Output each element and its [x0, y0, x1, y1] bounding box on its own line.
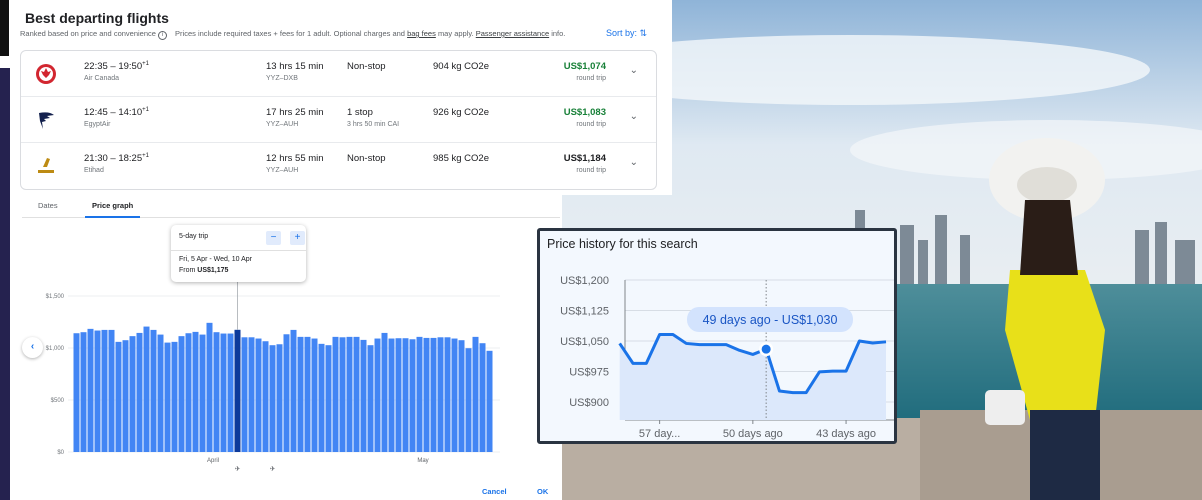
- y-tick-label: $500: [51, 398, 65, 404]
- price-bar: [465, 348, 472, 452]
- price-bar: [297, 336, 304, 452]
- ok-button[interactable]: OK: [537, 487, 548, 496]
- price-bar: [185, 333, 192, 452]
- price-bar: [115, 341, 122, 452]
- price-bar: [416, 336, 423, 452]
- y-tick-label: US$1,050: [560, 336, 609, 348]
- price-bar: [444, 337, 451, 452]
- y-tick-label: US$1,125: [560, 306, 609, 318]
- price-bar: [423, 337, 430, 452]
- price-bar: [122, 340, 129, 452]
- decrease-trip-button[interactable]: −: [266, 231, 281, 245]
- price-bar: [192, 331, 199, 452]
- sort-button[interactable]: Sort by: ⇅: [606, 28, 647, 39]
- price-bar: [276, 344, 283, 452]
- price-bar: [178, 336, 185, 452]
- x-tick-label: 50 days ago: [723, 428, 783, 440]
- price: US$1,074: [563, 61, 606, 72]
- price-bar: [129, 336, 136, 452]
- price-bar: [108, 329, 115, 452]
- sort-arrows-icon: ⇅: [639, 28, 648, 38]
- y-tick-label: US$975: [569, 367, 609, 379]
- price-bar: [311, 338, 318, 452]
- y-tick-label: $0: [57, 450, 64, 456]
- price-bar: [458, 340, 465, 452]
- expand-chevron-icon[interactable]: ⌄: [630, 157, 638, 168]
- price-bar: [395, 338, 402, 452]
- price-bar: [248, 337, 255, 452]
- price-bar: [486, 350, 493, 452]
- month-label: May: [417, 458, 428, 464]
- price-bar: [304, 336, 311, 452]
- price-bar: [388, 338, 395, 452]
- price-bar: [199, 334, 206, 452]
- cancel-button[interactable]: Cancel: [482, 487, 507, 496]
- price-bar: [346, 336, 353, 452]
- expand-chevron-icon[interactable]: ⌄: [630, 111, 638, 122]
- price-bar: [171, 341, 178, 452]
- price-bar: [402, 338, 409, 452]
- price: US$1,184: [563, 153, 606, 164]
- price-bar: [150, 329, 157, 452]
- increase-trip-button[interactable]: +: [290, 231, 305, 245]
- price-bar: [94, 330, 101, 452]
- price-bar: [255, 338, 262, 452]
- price-bar: [206, 322, 213, 452]
- x-tick-label: 57 day...: [639, 428, 680, 440]
- price-bar: [213, 332, 220, 452]
- price-bar: [367, 345, 374, 452]
- price-bar: [325, 345, 332, 452]
- expand-chevron-icon[interactable]: ⌄: [630, 65, 638, 76]
- price-bar: [143, 326, 150, 452]
- price-bar: [451, 338, 458, 452]
- price-bar: [164, 342, 171, 452]
- trip-tooltip: 5-day trip − + Fri, 5 Apr - Wed, 10 Apr …: [171, 225, 306, 282]
- hover-label: 49 days ago - US$1,030: [703, 313, 838, 327]
- y-tick-label: US$1,200: [560, 275, 609, 287]
- price-bar: [136, 332, 143, 452]
- y-tick-label: $1,000: [46, 346, 65, 352]
- price-bar: [262, 341, 269, 452]
- price-bar: [479, 343, 486, 452]
- previous-dates-button[interactable]: ‹: [22, 337, 43, 358]
- price-bar: [374, 338, 381, 452]
- price-history-card: Price history for this search US$900 US$9…: [537, 228, 897, 444]
- price-bar: [87, 328, 94, 452]
- chevron-left-icon: ‹: [30, 341, 35, 352]
- trip-dates: Fri, 5 Apr - Wed, 10 Apr: [179, 256, 253, 263]
- price-bar: [472, 336, 479, 452]
- x-tick-label: 43 days ago: [816, 428, 876, 440]
- month-label: April: [207, 458, 219, 464]
- price-bar: [318, 343, 325, 452]
- price-bar: [437, 337, 444, 452]
- price-bar: [409, 339, 416, 452]
- highlight-point: [761, 344, 771, 354]
- price-bar: [241, 337, 248, 452]
- price-bar: [290, 329, 297, 452]
- price-bar: [360, 339, 367, 452]
- price-bar: [227, 333, 234, 452]
- price-history-chart: US$900 US$975 US$1,050 US$1,125 US$1,200 57 d…: [560, 275, 894, 440]
- price-bar: [157, 334, 164, 452]
- price-bar: [353, 336, 360, 452]
- price-bar: [234, 329, 241, 452]
- price-bar: [269, 345, 276, 452]
- trip-length: 5-day trip: [179, 233, 209, 240]
- return-icon: ✈: [270, 466, 276, 473]
- price-bar: [80, 332, 87, 452]
- y-tick-label: $1,500: [46, 294, 65, 300]
- price-bar: [101, 329, 108, 452]
- price-bar: [73, 333, 80, 452]
- price-bar: [381, 332, 388, 452]
- price-bar: [220, 333, 227, 452]
- departure-icon: ✈: [235, 466, 241, 473]
- price-area: [619, 334, 887, 420]
- price-bar: [332, 336, 339, 452]
- price-bar: [430, 337, 437, 452]
- price-bar: [339, 337, 346, 452]
- price: US$1,083: [563, 107, 606, 118]
- y-tick-label: US$900: [569, 397, 609, 409]
- price-bar: [283, 334, 290, 452]
- trip-price: US$1,175: [197, 267, 229, 274]
